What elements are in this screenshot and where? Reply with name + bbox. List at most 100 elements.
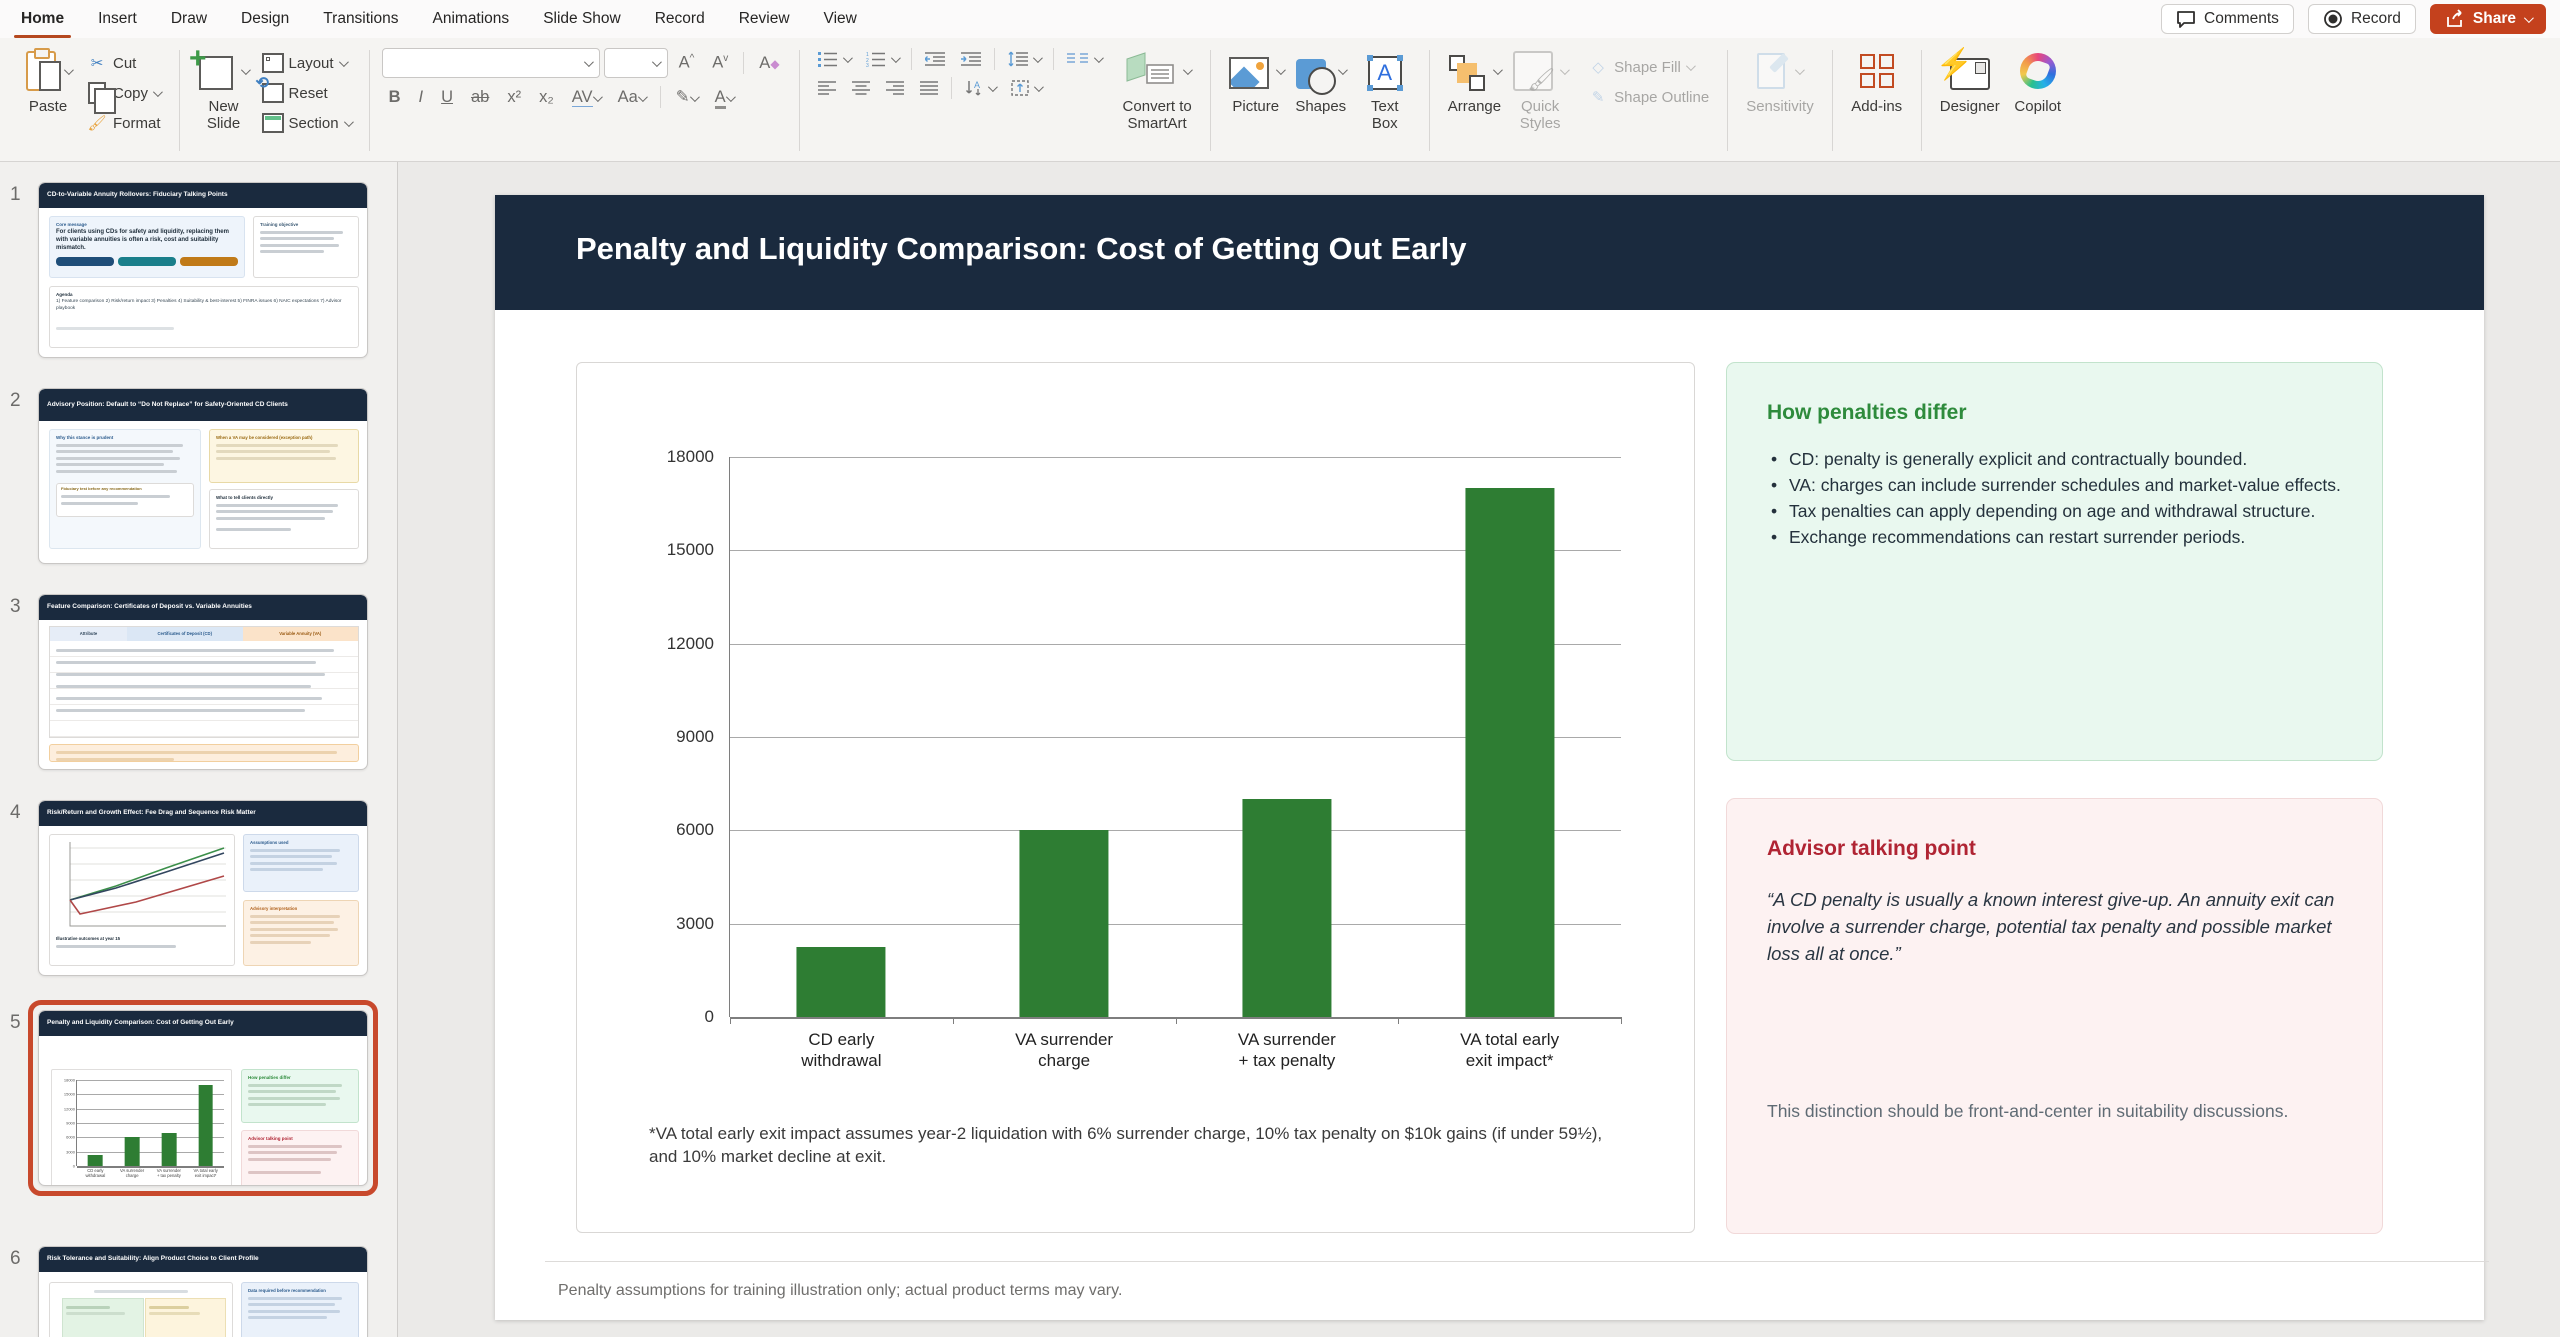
share-button[interactable]: Share bbox=[2430, 4, 2546, 34]
y-axis-tick-label: 18000 bbox=[64, 1078, 75, 1083]
addins-group: Add-ins bbox=[1837, 44, 1917, 157]
shape-outline-button[interactable]: ✎Shape Outline bbox=[1581, 84, 1715, 110]
menu-tab[interactable]: View bbox=[807, 0, 874, 38]
bar-1[interactable] bbox=[797, 947, 886, 1017]
advisor-talking-point-box[interactable]: Advisor talking point “A CD penalty is u… bbox=[1726, 798, 2383, 1234]
menu-tab[interactable]: Insert bbox=[81, 0, 154, 38]
slide-title-band[interactable]: Penalty and Liquidity Comparison: Cost o… bbox=[495, 195, 2484, 310]
columns-button[interactable] bbox=[1061, 49, 1107, 69]
superscript-button[interactable]: x² bbox=[500, 86, 528, 109]
grow-font-button[interactable]: A^ bbox=[672, 51, 702, 75]
slide-canvas[interactable]: Penalty and Liquidity Comparison: Cost o… bbox=[495, 195, 2484, 1320]
text-direction-button[interactable]: A bbox=[959, 77, 1001, 99]
paste-button[interactable]: Paste bbox=[16, 46, 80, 118]
decrease-indent-button[interactable] bbox=[919, 48, 951, 70]
menu-tab[interactable]: Design bbox=[224, 0, 306, 38]
clipboard-group: Paste ✂Cut Copy 🖌Format bbox=[8, 44, 175, 157]
underline-button[interactable]: U bbox=[434, 86, 460, 109]
thumbnail-slide-3[interactable]: Feature Comparison: Certificates of Depo… bbox=[38, 594, 368, 770]
sensitivity-button[interactable]: Sensitivity bbox=[1740, 46, 1820, 118]
format-painter-button[interactable]: 🖌Format bbox=[80, 110, 167, 136]
record-button[interactable]: Record bbox=[2308, 4, 2416, 34]
y-axis-tick-label: 9000 bbox=[66, 1121, 75, 1126]
bar-3[interactable] bbox=[162, 1133, 177, 1166]
bold-button[interactable]: B bbox=[382, 86, 408, 109]
thumbnail-slide-2[interactable]: Advisory Position: Default to “Do Not Re… bbox=[38, 388, 368, 564]
convert-smartart-button[interactable]: Convert to SmartArt bbox=[1117, 46, 1198, 135]
font-color-button[interactable]: A bbox=[708, 86, 740, 109]
quick-styles-label: Quick Styles bbox=[1520, 99, 1561, 133]
new-slide-button[interactable]: New Slide bbox=[192, 46, 256, 135]
slide-number: 3 bbox=[10, 596, 21, 618]
bar-chart-object[interactable]: 0300060009000120001500018000CD early wit… bbox=[576, 362, 1695, 1233]
slide-disclaimer[interactable]: Penalty assumptions for training illustr… bbox=[558, 1282, 1122, 1300]
slide-title: Penalty and Liquidity Comparison: Cost o… bbox=[576, 231, 1466, 267]
menu-tab[interactable]: Slide Show bbox=[526, 0, 638, 38]
comments-button[interactable]: Comments bbox=[2161, 4, 2294, 34]
cut-label: Cut bbox=[113, 55, 136, 72]
thumbnail-slide-6[interactable]: Risk Tolerance and Suitability: Align Pr… bbox=[38, 1246, 368, 1337]
category-label: CD early withdrawal bbox=[77, 1168, 114, 1179]
clear-formatting-button[interactable]: A◆ bbox=[752, 52, 786, 75]
textbox-button[interactable]: A Text Box bbox=[1353, 46, 1417, 135]
menu-tab[interactable]: Record bbox=[638, 0, 722, 38]
align-right-button[interactable] bbox=[880, 78, 910, 98]
layout-button[interactable]: Layout bbox=[256, 50, 357, 76]
character-spacing-button[interactable]: AV bbox=[565, 86, 607, 109]
menu-tab[interactable]: Review bbox=[722, 0, 807, 38]
thumbnail-slide-5-selected[interactable]: Penalty and Liquidity Comparison: Cost o… bbox=[38, 1010, 368, 1186]
shape-fill-button[interactable]: ◇Shape Fill bbox=[1581, 54, 1715, 80]
font-name-select[interactable] bbox=[382, 48, 600, 78]
shapes-icon bbox=[1296, 59, 1326, 89]
shrink-font-button[interactable]: Av bbox=[705, 51, 735, 75]
menu-bar: HomeInsertDrawDesignTransitionsAnimation… bbox=[0, 0, 2560, 38]
italic-button[interactable]: I bbox=[411, 86, 430, 109]
gridline bbox=[77, 1080, 224, 1081]
align-center-button[interactable] bbox=[846, 78, 876, 98]
strikethrough-button[interactable]: ab bbox=[464, 86, 496, 109]
thumbnail-slide-4[interactable]: Risk/Return and Growth Effect: Fee Drag … bbox=[38, 800, 368, 976]
how-penalties-differ-box[interactable]: How penalties differ CD: penalty is gene… bbox=[1726, 362, 2383, 761]
share-label: Share bbox=[2473, 10, 2516, 28]
menu-tab[interactable]: Home bbox=[4, 0, 81, 38]
shapes-button[interactable]: Shapes bbox=[1289, 46, 1353, 118]
bar-4[interactable] bbox=[198, 1085, 213, 1166]
bar-3[interactable] bbox=[1242, 799, 1331, 1017]
align-text-button[interactable] bbox=[1005, 77, 1047, 99]
menu-tab[interactable]: Animations bbox=[416, 0, 527, 38]
designer-button[interactable]: Designer bbox=[1934, 46, 2006, 118]
justify-button[interactable] bbox=[914, 78, 944, 98]
section-button[interactable]: Section bbox=[256, 110, 357, 136]
reset-button[interactable]: Reset bbox=[256, 80, 357, 106]
thumb-body: 0300060009000120001500018000CD early wit… bbox=[39, 1036, 367, 1186]
arrange-button[interactable]: Arrange bbox=[1442, 46, 1507, 118]
numbering-button[interactable]: 123 bbox=[860, 48, 904, 70]
cut-button[interactable]: ✂Cut bbox=[80, 50, 167, 76]
addins-button[interactable]: Add-ins bbox=[1845, 46, 1909, 118]
copy-button[interactable]: Copy bbox=[80, 80, 167, 106]
menu-tab[interactable]: Transitions bbox=[306, 0, 415, 38]
bar-2[interactable] bbox=[1020, 830, 1109, 1017]
font-size-select[interactable] bbox=[604, 48, 668, 78]
thumb-title: Penalty and Liquidity Comparison: Cost o… bbox=[39, 1011, 367, 1036]
change-case-button[interactable]: Aa bbox=[611, 86, 652, 109]
bar-1[interactable] bbox=[88, 1155, 103, 1166]
highlight-button[interactable]: ✎ bbox=[669, 85, 704, 109]
menu-tab[interactable]: Draw bbox=[154, 0, 224, 38]
y-axis-tick-label: 18000 bbox=[667, 447, 714, 467]
align-left-button[interactable] bbox=[812, 78, 842, 98]
picture-button[interactable]: Picture bbox=[1223, 46, 1289, 118]
copilot-button[interactable]: Copilot bbox=[2006, 46, 2070, 118]
shape-outline-icon: ✎ bbox=[1587, 87, 1609, 107]
svg-text:A: A bbox=[974, 80, 980, 90]
quick-styles-button[interactable]: Quick Styles bbox=[1507, 46, 1573, 135]
bullet-list-icon bbox=[818, 51, 838, 67]
bar-4[interactable] bbox=[1465, 488, 1554, 1017]
line-spacing-button[interactable] bbox=[1002, 48, 1046, 70]
subscript-button[interactable]: x₂ bbox=[532, 86, 561, 109]
bar-2[interactable] bbox=[125, 1137, 140, 1166]
thumbnail-slide-1[interactable]: CD-to-Variable Annuity Rollovers: Fiduci… bbox=[38, 182, 368, 358]
bullets-button[interactable] bbox=[812, 48, 856, 70]
footer-divider bbox=[545, 1261, 2489, 1262]
increase-indent-button[interactable] bbox=[955, 48, 987, 70]
